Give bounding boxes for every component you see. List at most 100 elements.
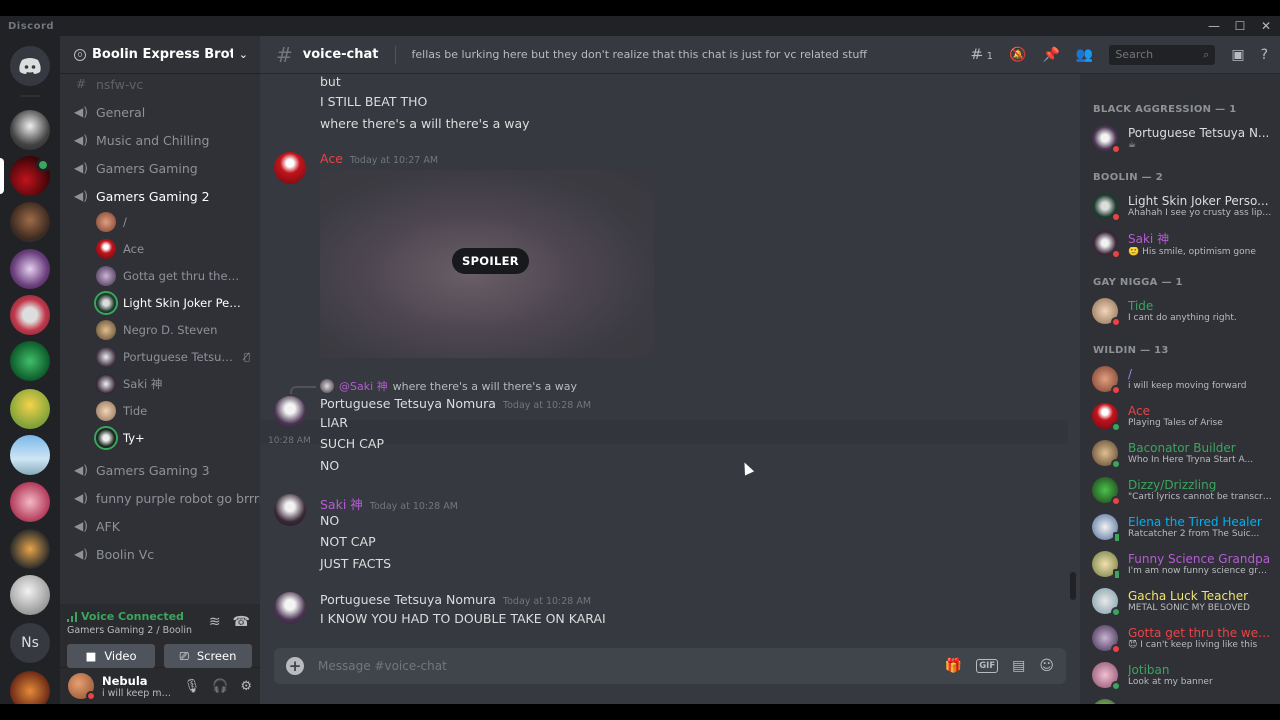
channel-topic[interactable]: fellas be lurking here but they don't re… [412, 48, 961, 61]
server-icon[interactable] [10, 110, 50, 150]
server-icon[interactable] [10, 575, 50, 615]
message-timestamp: Today at 10:28 AM [502, 400, 592, 411]
message-input[interactable]: Message #voice-chat [318, 659, 931, 673]
message-scrollbar[interactable] [1070, 572, 1076, 600]
channel-gamers-gaming-2[interactable]: ◀) Gamers Gaming 2 [68, 184, 254, 208]
member-item[interactable]: Light Skin Joker Perso... Ahahah I see yo… [1092, 188, 1272, 224]
member-item[interactable]: Gacha Luck Teacher METAL SONIC MY BELOVED [1092, 583, 1272, 619]
avatar[interactable] [68, 673, 96, 701]
member-item[interactable]: Kimchigga [1092, 694, 1272, 704]
inbox-icon[interactable]: ▣ [1231, 47, 1244, 63]
voice-user[interactable]: Ace [96, 237, 254, 261]
threads-button[interactable]: #̶ 1 [970, 47, 993, 63]
signal-icon [67, 611, 77, 622]
voice-user[interactable]: Saki 神 [96, 372, 254, 396]
avatar [1092, 662, 1121, 691]
member-item[interactable]: Saki 神 🙂 His smile, optimism gone [1092, 225, 1272, 261]
channel-gamers-gaming-3[interactable]: ◀) Gamers Gaming 3 [68, 458, 254, 482]
voice-user[interactable]: Negro D. Steven [96, 318, 254, 342]
close-button[interactable]: ✕ [1260, 16, 1272, 36]
server-icon[interactable] [10, 482, 50, 522]
server-icon[interactable] [10, 389, 50, 429]
server-icon[interactable] [10, 341, 50, 381]
avatar [1092, 125, 1121, 154]
server-icon[interactable] [10, 295, 50, 335]
video-button[interactable]: ■ Video [67, 644, 155, 668]
server-icon[interactable] [10, 249, 50, 289]
voice-user-name: Light Skin Joker Persona 5 [123, 296, 241, 310]
maximize-button[interactable]: ☐ [1234, 16, 1246, 36]
avatar[interactable] [274, 396, 306, 428]
member-item[interactable]: Gotta get thru the week 😈 I can't keep li… [1092, 620, 1272, 656]
noise-suppression-icon[interactable]: ≋ [209, 614, 221, 630]
channel-nsfw-vc[interactable]: # nsfw-vc [68, 74, 254, 96]
microphone-icon[interactable]: 🎙 [184, 679, 201, 694]
emoji-icon[interactable]: ☺ [1039, 658, 1054, 674]
channel-general[interactable]: ◀) General [68, 100, 254, 124]
message-author[interactable]: Portuguese Tetsuya Nomura [320, 396, 496, 411]
message-author[interactable]: Saki 神 [320, 494, 363, 513]
server-icon[interactable] [10, 671, 50, 704]
member-item[interactable]: Jotiban Look at my banner [1092, 657, 1272, 693]
gift-icon[interactable]: 🎁 [945, 658, 962, 674]
voice-user[interactable]: Gotta get thru the week [96, 264, 254, 288]
voice-user[interactable]: Ty+ [96, 426, 254, 450]
pin-icon[interactable]: 📌 [1042, 47, 1059, 63]
message-author[interactable]: Portuguese Tetsuya Nomura [320, 592, 496, 607]
member-item[interactable]: / i will keep moving forward [1092, 361, 1272, 397]
minimize-button[interactable]: — [1208, 16, 1220, 36]
member-item[interactable]: Ace Playing Tales of Arise [1092, 398, 1272, 434]
spoiler-attachment[interactable]: SPOILER [320, 170, 654, 358]
channel-list: # nsfw-vc ◀) General ◀) Music and Chilling … [60, 74, 260, 584]
screen-share-button[interactable]: ⎚ Screen [164, 644, 252, 668]
guild-header[interactable]: 0 Boolin Express Broth... ⌄ [60, 36, 260, 74]
gif-icon[interactable]: GIF [976, 659, 999, 673]
reply-preview[interactable]: @Saki 神 where there's a will there's a w… [320, 378, 577, 394]
channel-label: funny purple robot go brrrr [95, 490, 260, 506]
search-placeholder: Search [1115, 48, 1154, 61]
presence-online-icon [1111, 422, 1121, 432]
avatar[interactable] [274, 494, 306, 526]
member-name: Saki 神 [1128, 231, 1170, 246]
channel-funny-purple-robot[interactable]: ◀) funny purple robot go brrrr [68, 486, 260, 510]
settings-icon[interactable]: ⚙ [240, 679, 252, 694]
upload-plus-icon[interactable]: + [286, 657, 304, 675]
member-item[interactable]: Funny Science Grandpa I'm am now funny sc… [1092, 546, 1272, 582]
message-author[interactable]: Ace [320, 151, 343, 166]
member-item[interactable]: Tide I cant do anything right. [1092, 293, 1272, 329]
headphones-icon[interactable]: 🎧 [212, 679, 228, 694]
presence-dnd-icon [1111, 212, 1121, 222]
message-composer[interactable]: + Message #voice-chat 🎁 GIF ▤ ☺ [274, 648, 1066, 684]
help-icon[interactable]: ? [1261, 47, 1268, 63]
reply-mention[interactable]: @Saki 神 [339, 378, 388, 394]
server-icon[interactable] [10, 435, 50, 475]
channel-afk[interactable]: ◀) AFK [68, 514, 254, 538]
search-input[interactable]: Search ⌕ [1109, 44, 1216, 65]
member-item[interactable]: Dizzy/Drizzling "Carti lyrics cannot be t… [1092, 472, 1272, 508]
avatar[interactable] [274, 152, 306, 184]
home-button[interactable] [10, 46, 50, 86]
members-icon[interactable]: 👥 [1076, 47, 1093, 63]
mute-notifications-icon[interactable]: 🔕 [1009, 47, 1026, 63]
server-icon-ns[interactable]: Ns [10, 623, 50, 663]
channel-boolin-vc[interactable]: ◀) Boolin Vc [68, 542, 254, 566]
voice-user[interactable]: Tide [96, 399, 254, 423]
voice-location[interactable]: Gamers Gaming 2 / Boolin ... [67, 625, 195, 636]
voice-status[interactable]: Voice Connected [67, 610, 184, 623]
disconnect-icon[interactable]: ☎ [233, 614, 250, 630]
channel-gamers-gaming[interactable]: ◀) Gamers Gaming [68, 156, 254, 180]
voice-user[interactable]: / [96, 210, 254, 234]
avatar [1092, 230, 1121, 259]
voice-user[interactable]: Portuguese Tetsuya... 🎙̸ [96, 345, 254, 369]
server-icon[interactable] [10, 202, 50, 242]
voice-user[interactable]: Light Skin Joker Persona 5 [96, 291, 254, 315]
presence-dnd-icon [1111, 644, 1121, 654]
member-item[interactable]: Baconator Builder Who In Here Tryna Start… [1092, 435, 1272, 471]
channel-music[interactable]: ◀) Music and Chilling [68, 128, 254, 152]
member-item[interactable]: Portuguese Tetsuya N... ☕ [1092, 120, 1272, 156]
member-item[interactable]: Elena the Tired Healer Ratcatcher 2 from … [1092, 509, 1272, 545]
server-icon[interactable] [10, 529, 50, 569]
member-status: ☕ [1128, 140, 1137, 150]
sticker-icon[interactable]: ▤ [1012, 658, 1025, 674]
avatar[interactable] [274, 592, 306, 624]
